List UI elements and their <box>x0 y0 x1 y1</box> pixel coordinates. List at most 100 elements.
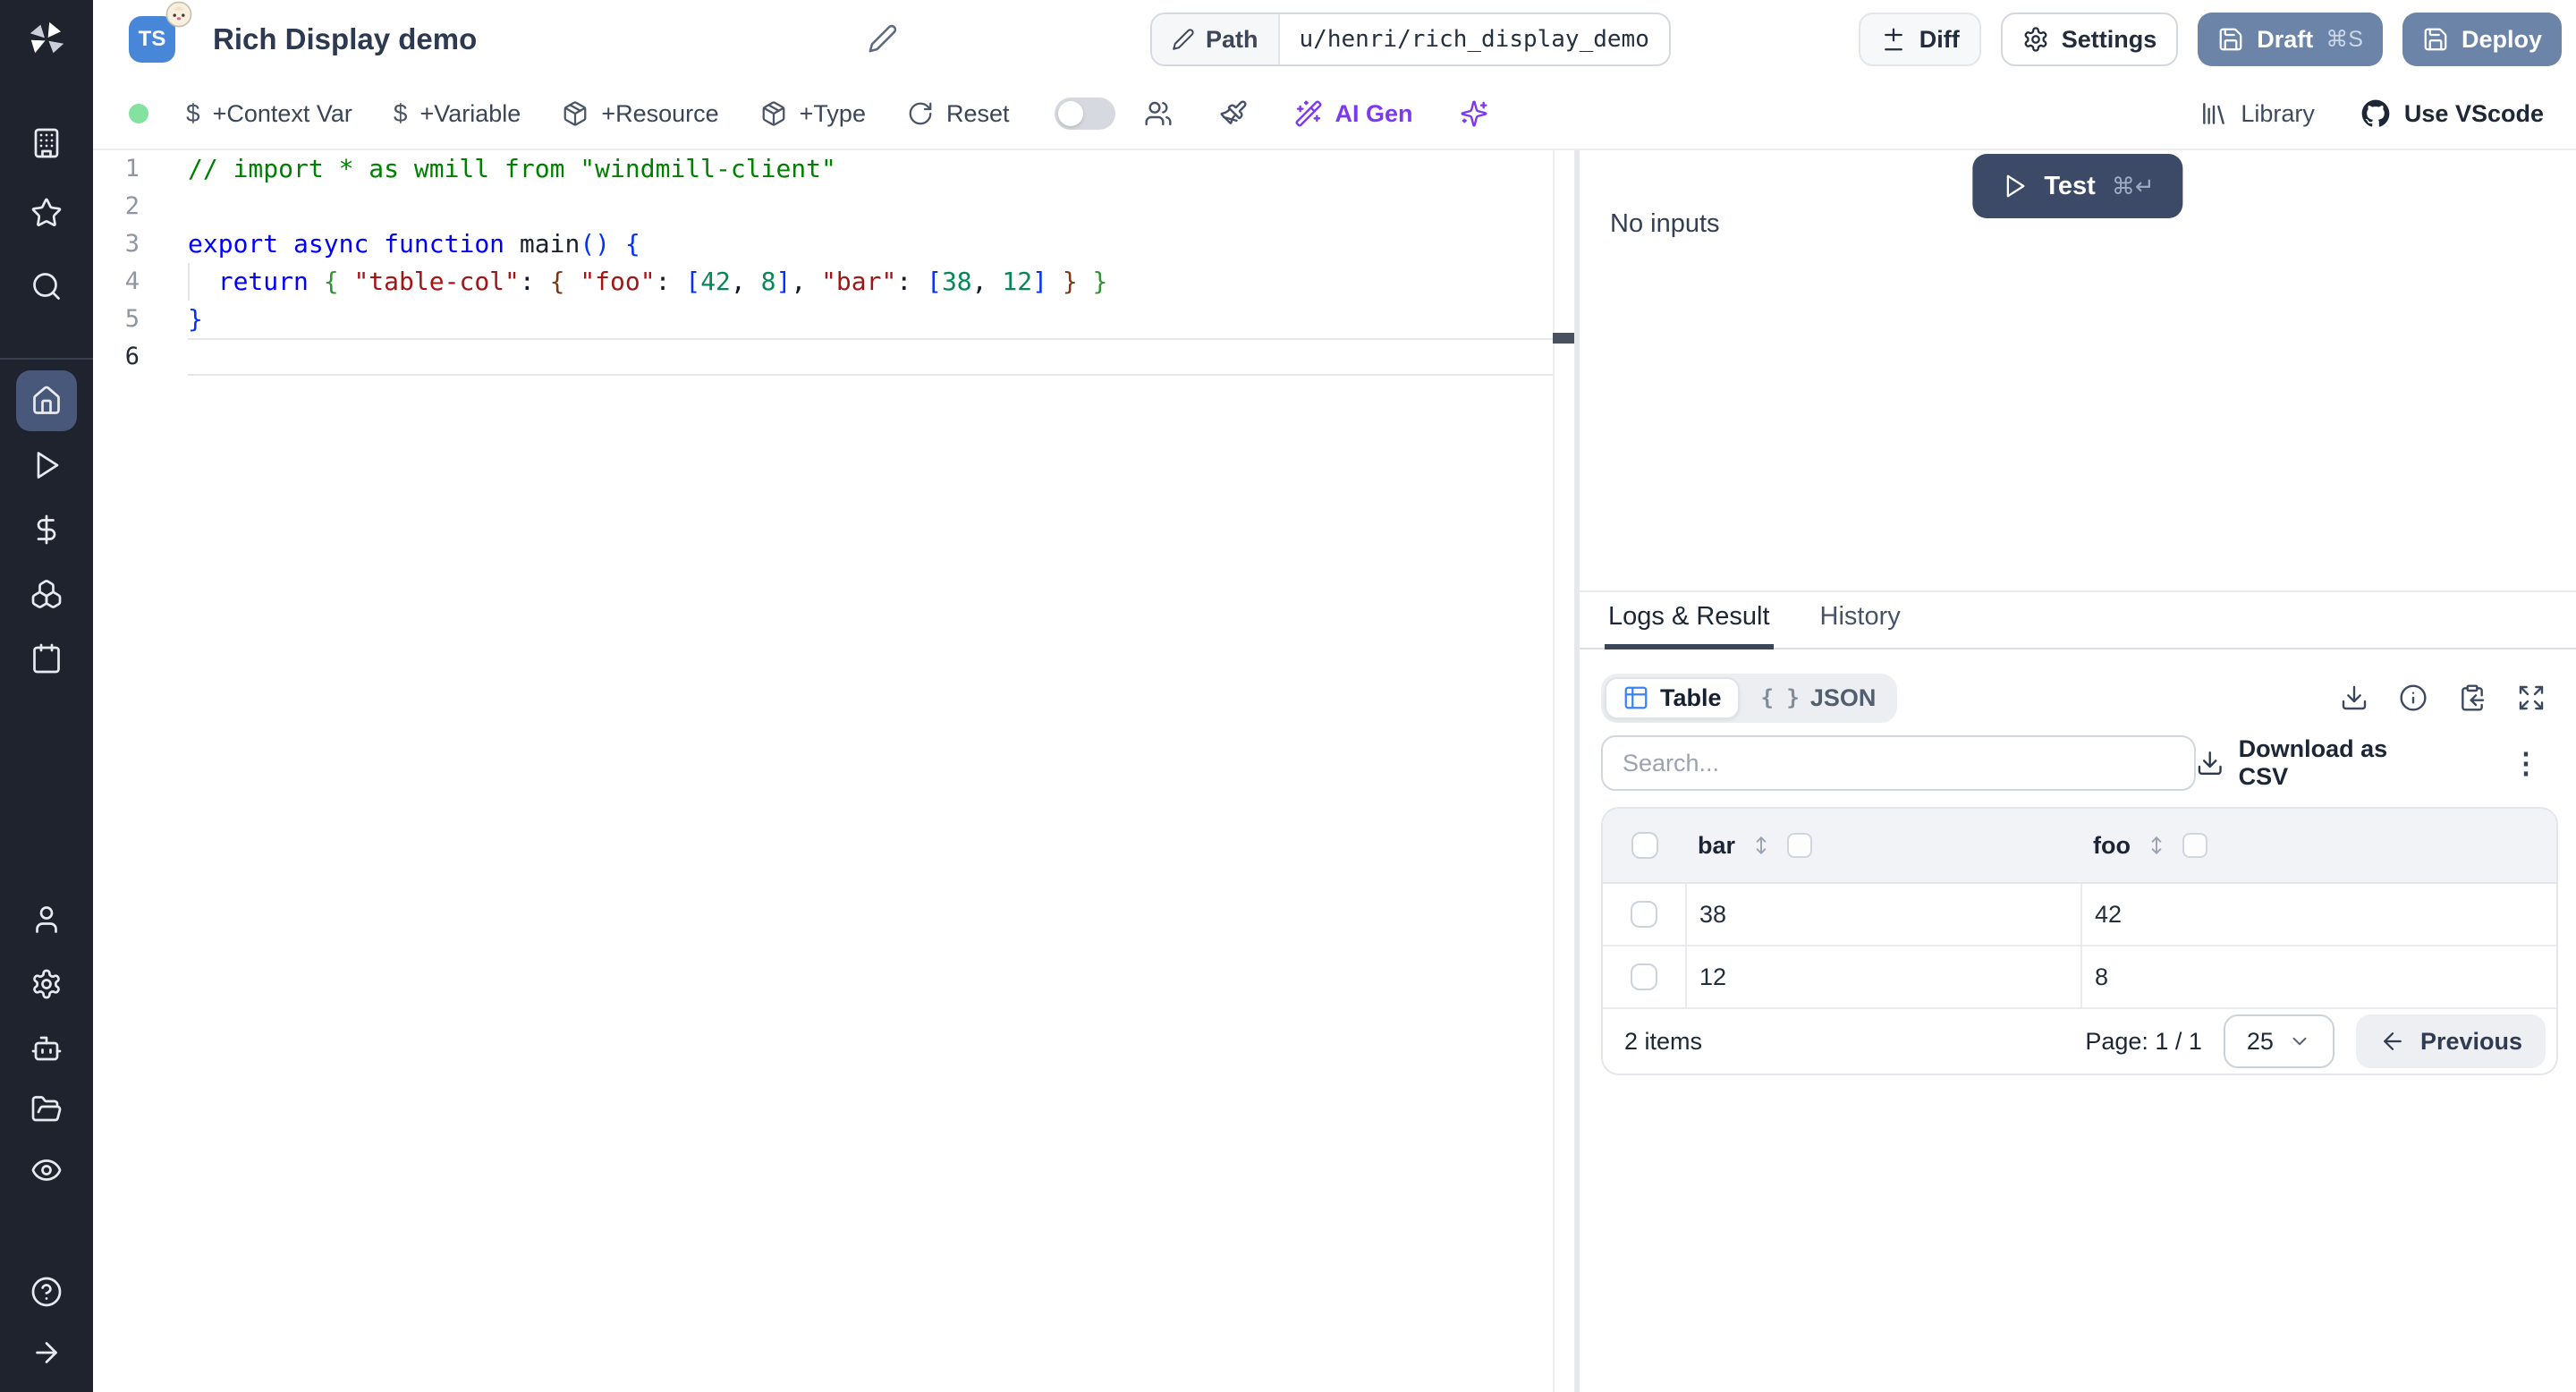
sidebar-item-resources[interactable] <box>16 567 77 621</box>
result-tabs: Logs & Result History <box>1580 592 2576 649</box>
package-icon <box>762 101 785 126</box>
format-code-button[interactable] <box>1219 99 1248 128</box>
edit-title-button[interactable] <box>868 23 898 61</box>
use-vscode-button[interactable]: Use VScode <box>2361 99 2544 128</box>
info-icon[interactable] <box>2399 683 2428 712</box>
multiplayer-button[interactable] <box>1144 99 1173 128</box>
line-number: 6 <box>124 343 140 370</box>
sort-icon[interactable] <box>1750 834 1773 857</box>
library-button[interactable]: Library <box>2199 99 2315 128</box>
code-editor[interactable]: 1 2 3 4 5 6 // import * as wmill from "windmi… <box>93 150 1574 1392</box>
download-result-icon[interactable] <box>2340 683 2368 712</box>
copy-to-clipboard-icon[interactable] <box>2458 683 2487 712</box>
column-filter-checkbox[interactable] <box>1787 833 1813 858</box>
sidebar-expand-button[interactable] <box>16 1326 77 1379</box>
home-icon <box>33 386 60 414</box>
sidebar-item-settings[interactable] <box>16 957 77 1011</box>
add-resource-button[interactable]: +Resource <box>562 100 719 128</box>
add-context-var-label: +Context Var <box>212 99 352 127</box>
sidebar-item-schedules[interactable] <box>16 632 77 685</box>
search-input[interactable] <box>1601 735 2197 791</box>
folder-open-icon <box>31 1096 62 1122</box>
diff-label: Diff <box>1919 25 1960 53</box>
calendar-icon <box>33 643 60 674</box>
select-all-checkbox[interactable] <box>1631 832 1658 859</box>
sidebar-item-users[interactable] <box>16 893 77 946</box>
gear-icon <box>2024 27 2047 52</box>
code-line[interactable]: return { "table-col": { "foo": [42, 8], … <box>188 263 1549 301</box>
view-toggle-json[interactable]: { } JSON <box>1743 677 1894 719</box>
save-draft-button[interactable]: Draft ⌘S <box>2198 13 2383 66</box>
row-checkbox[interactable] <box>1631 901 1657 928</box>
add-context-var-button[interactable]: $ +Context Var <box>186 99 352 128</box>
users-icon <box>1144 101 1172 126</box>
editor-scrollbar[interactable] <box>1553 150 1574 1392</box>
tab-logs-result[interactable]: Logs & Result <box>1604 602 1775 649</box>
sidebar-item-home[interactable] <box>16 370 77 431</box>
tab-history[interactable]: History <box>1820 602 1901 648</box>
code-line[interactable] <box>188 338 1549 376</box>
row-checkbox[interactable] <box>1631 963 1657 990</box>
reset-button[interactable]: Reset <box>907 100 1010 128</box>
status-indicator <box>129 104 148 123</box>
add-type-button[interactable]: +Type <box>760 100 866 128</box>
play-icon <box>37 452 59 479</box>
column-header-foo[interactable]: foo <box>2093 832 2131 860</box>
test-button[interactable]: Test ⌘↵ <box>1972 154 2183 218</box>
code-line[interactable]: export async function main() { <box>188 225 1549 263</box>
wand-sparkles-icon <box>1295 100 1322 127</box>
sidebar-item-workspace[interactable] <box>16 116 77 170</box>
library-label: Library <box>2241 99 2315 127</box>
view-toggle-table[interactable]: Table <box>1605 676 1740 719</box>
table-options-menu[interactable]: ⋮ <box>2512 749 2540 777</box>
ai-autocomplete-button[interactable] <box>1460 99 1488 128</box>
path-control: Path u/henri/rich_display_demo <box>1150 13 1671 66</box>
table-header: bar foo <box>1603 809 2556 884</box>
settings-button[interactable]: Settings <box>2000 13 2179 66</box>
windmill-logo[interactable] <box>0 0 93 79</box>
table-body: 38 42 12 8 <box>1603 884 2556 1009</box>
table-cell: 42 <box>2095 900 2123 928</box>
diff-mode-toggle[interactable] <box>1054 98 1115 130</box>
diff-button[interactable]: Diff <box>1858 13 1981 66</box>
previous-label: Previous <box>2419 1027 2522 1055</box>
sidebar-item-audit-logs[interactable] <box>16 1143 77 1197</box>
add-variable-button[interactable]: $ +Variable <box>394 99 521 128</box>
sidebar-item-runs[interactable] <box>16 438 77 492</box>
sidebar-item-variables[interactable] <box>16 503 77 556</box>
page-title: Rich Display demo <box>213 22 478 55</box>
sidebar-item-workers[interactable] <box>16 1022 77 1075</box>
page-size-select[interactable]: 25 <box>2223 1014 2334 1068</box>
sort-icon[interactable] <box>2145 834 2168 857</box>
expand-icon[interactable] <box>2517 683 2546 712</box>
sidebar-item-help[interactable] <box>16 1265 77 1319</box>
dollar-icon: $ <box>186 99 200 127</box>
sidebar-item-favorites[interactable] <box>16 186 77 240</box>
bot-icon <box>31 1036 62 1061</box>
previous-page-button[interactable]: Previous <box>2355 1014 2546 1068</box>
code-line[interactable] <box>188 188 1549 225</box>
diff-icon <box>1884 28 1902 51</box>
sidebar-item-folders[interactable] <box>16 1082 77 1136</box>
ai-gen-button[interactable]: AI Gen <box>1294 99 1413 128</box>
sidebar-item-search[interactable] <box>16 259 77 313</box>
edit-path-button[interactable]: Path <box>1152 14 1280 64</box>
bun-runtime-icon <box>165 0 193 29</box>
column-filter-checkbox[interactable] <box>2182 833 2207 858</box>
star-icon <box>31 198 62 226</box>
items-count: 2 items <box>1624 1027 1703 1055</box>
table-row: 38 42 <box>1603 884 2556 946</box>
deploy-button[interactable]: Deploy <box>2402 13 2562 66</box>
code-lines[interactable]: // import * as wmill from "windmill-clie… <box>188 150 1549 376</box>
path-label: Path <box>1206 25 1258 53</box>
topbar: TS Rich Display demo Path u/henri/rich_d… <box>93 0 2576 79</box>
path-value[interactable]: u/henri/rich_display_demo <box>1280 14 1669 64</box>
editor-gutter: 1 2 3 4 5 6 <box>93 150 140 376</box>
add-type-label: +Type <box>799 99 866 127</box>
column-header-bar[interactable]: bar <box>1698 832 1735 860</box>
package-icon <box>564 101 587 126</box>
code-line[interactable]: // import * as wmill from "windmill-clie… <box>188 150 1549 188</box>
ai-gen-label: AI Gen <box>1335 99 1413 127</box>
code-line[interactable]: } <box>188 301 1549 338</box>
download-csv-button[interactable]: Download as CSV <box>2196 735 2440 791</box>
